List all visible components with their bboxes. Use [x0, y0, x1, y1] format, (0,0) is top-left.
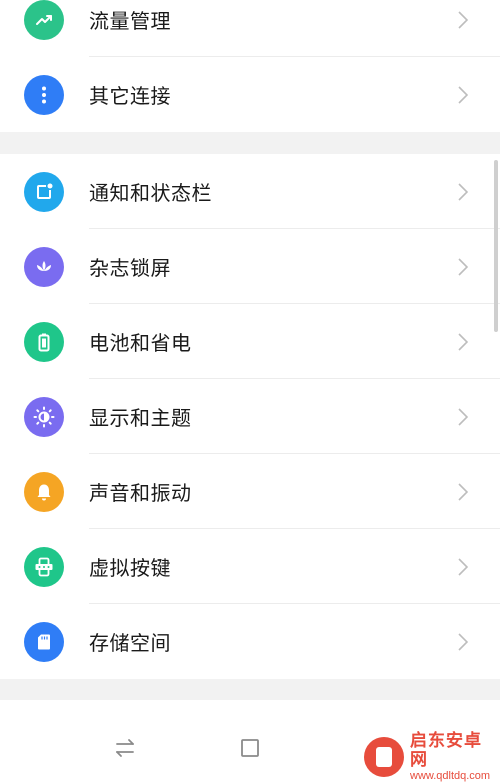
watermark-url: www.qdltdq.com — [410, 769, 491, 782]
settings-row-label: 电池和省电 — [89, 331, 192, 355]
chevron-right-icon — [458, 632, 468, 651]
settings-row-other-connections[interactable]: 其它连接 — [0, 57, 500, 132]
brightness-icon — [24, 396, 64, 437]
navigation-bar: 启东安卓网 www.qdltdq.com — [0, 700, 500, 784]
settings-row-label: 其它连接 — [89, 84, 171, 108]
settings-row-label: 显示和主题 — [89, 406, 192, 430]
bell-icon — [24, 471, 64, 512]
sd-card-icon — [24, 621, 64, 662]
settings-row-display[interactable]: 显示和主题 — [0, 379, 500, 454]
chevron-right-icon — [458, 182, 468, 201]
switch-icon[interactable] — [113, 736, 137, 760]
watermark: 启东安卓网 www.qdltdq.com — [364, 731, 494, 782]
settings-row-storage[interactable]: 存储空间 — [0, 604, 500, 679]
more-dots-icon — [24, 74, 64, 115]
trend-chart-icon — [24, 0, 64, 40]
settings-row-label: 存储空间 — [89, 631, 171, 655]
chevron-right-icon — [458, 482, 468, 501]
settings-row-label: 流量管理 — [89, 9, 171, 33]
watermark-logo-icon — [364, 737, 404, 777]
square-icon[interactable] — [238, 736, 262, 760]
settings-row-label: 虚拟按键 — [89, 556, 171, 580]
settings-row-battery[interactable]: 电池和省电 — [0, 304, 500, 379]
settings-row-label: 通知和状态栏 — [89, 181, 212, 205]
chevron-right-icon — [458, 257, 468, 276]
settings-row-data-usage[interactable]: 流量管理 — [0, 0, 500, 57]
virtual-keys-icon — [24, 546, 64, 587]
battery-icon — [24, 321, 64, 362]
scrollbar[interactable] — [494, 160, 498, 332]
chevron-right-icon — [458, 557, 468, 576]
settings-row-label: 声音和振动 — [89, 481, 192, 505]
chevron-right-icon — [458, 407, 468, 426]
watermark-name: 启东安卓网 — [410, 731, 482, 770]
settings-row-sound[interactable]: 声音和振动 — [0, 454, 500, 529]
settings-row-label: 杂志锁屏 — [89, 256, 171, 280]
chevron-right-icon — [458, 85, 468, 104]
notification-icon — [24, 171, 64, 212]
settings-group-network: 流量管理 其它连接 — [0, 0, 500, 132]
settings-row-notifications[interactable]: 通知和状态栏 — [0, 154, 500, 229]
chevron-right-icon — [458, 332, 468, 351]
chevron-right-icon — [458, 10, 468, 29]
settings-group-device: 通知和状态栏 杂志锁屏 电池和省电 显示和主题 声音和振动 虚拟按键 存储空间 — [0, 154, 500, 679]
lotus-icon — [24, 246, 64, 287]
settings-row-lock-screen[interactable]: 杂志锁屏 — [0, 229, 500, 304]
settings-row-virtual-keys[interactable]: 虚拟按键 — [0, 529, 500, 604]
